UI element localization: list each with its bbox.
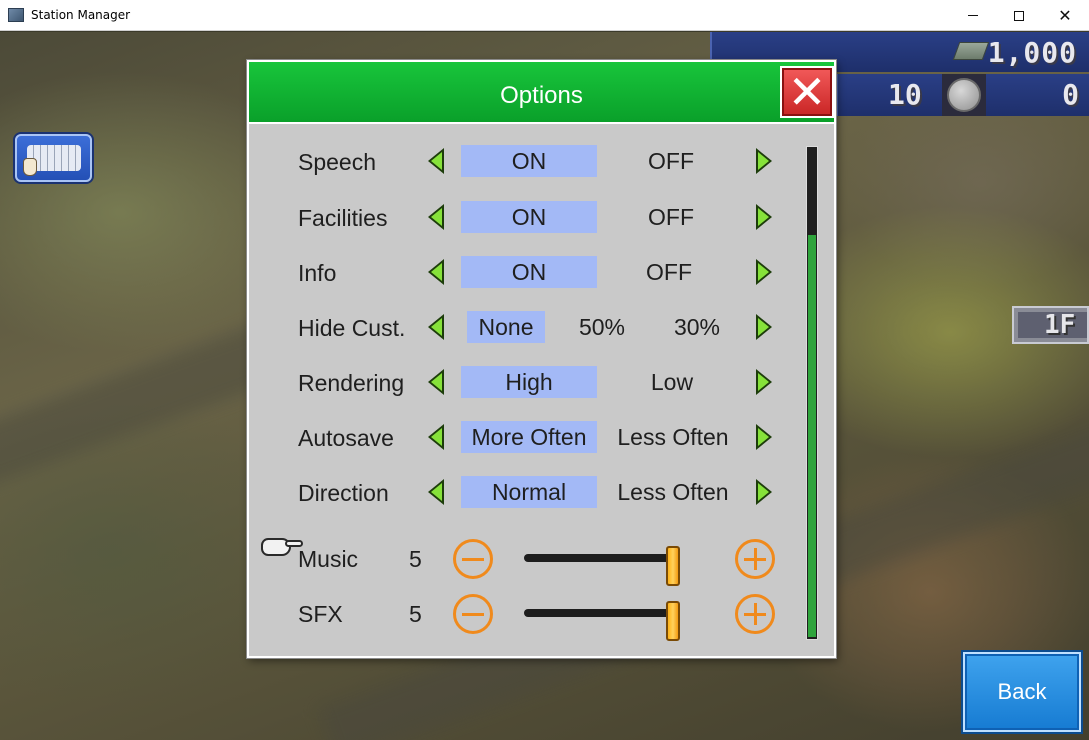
medal-icon (942, 74, 986, 116)
option-value[interactable]: More Often (461, 421, 597, 453)
arrow-left-icon[interactable] (426, 478, 448, 506)
arrow-right-icon[interactable] (752, 147, 774, 175)
volume-slider-track[interactable] (524, 546, 680, 586)
window-title: Station Manager (31, 8, 131, 22)
arrow-right-icon[interactable] (752, 423, 774, 451)
sfx-slider-thumb[interactable] (666, 601, 680, 641)
window-titlebar: Station Manager ✕ (0, 0, 1089, 31)
slider-value: 5 (409, 601, 422, 627)
option-value[interactable]: Less Often (605, 421, 741, 453)
medal-count: 10 (888, 78, 922, 111)
arrow-right-icon[interactable] (752, 313, 774, 341)
option-label: Hide Cust. (298, 315, 406, 341)
floor-label: 1F (1044, 310, 1076, 340)
option-value[interactable]: Normal (461, 476, 597, 508)
back-button-label: Back (997, 679, 1047, 704)
slider-value: 5 (409, 546, 422, 572)
option-label: Autosave (298, 425, 394, 451)
arrow-left-icon[interactable] (426, 258, 448, 286)
arrow-right-icon[interactable] (752, 203, 774, 231)
minus-icon (462, 612, 484, 616)
app-icon (8, 8, 24, 22)
arrow-left-icon[interactable] (426, 203, 448, 231)
option-label: Speech (298, 149, 377, 175)
arrow-left-icon[interactable] (426, 423, 448, 451)
option-value[interactable]: OFF (601, 145, 741, 177)
slider-label: Music (298, 546, 359, 572)
options-dialog: Options ✕ Speech ON OFF Facilities ON OF… (247, 60, 836, 658)
option-row-speech: Speech ON OFF (249, 145, 789, 177)
arrow-right-icon[interactable] (752, 368, 774, 396)
sfx-down-button[interactable] (453, 594, 493, 634)
option-row-direction: Direction Normal Less Often (249, 476, 789, 508)
options-list: Speech ON OFF Facilities ON OFF Info ON … (249, 126, 834, 656)
money-value: 1,000 (987, 36, 1077, 69)
option-value[interactable]: ON (461, 256, 597, 288)
back-button[interactable]: Back (963, 652, 1081, 732)
volume-up-button[interactable] (735, 539, 775, 579)
option-label: Rendering (298, 370, 405, 396)
arrow-left-icon[interactable] (426, 147, 448, 175)
minus-icon (462, 557, 484, 561)
sfx-up-button[interactable] (735, 594, 775, 634)
option-value[interactable]: None (467, 311, 545, 343)
money-icon (952, 42, 990, 60)
slider-row-music: Music 5 (249, 539, 789, 586)
dialog-close-button[interactable]: ✕ (780, 66, 834, 118)
dialog-title: Options (500, 82, 583, 109)
secondary-count: 0 (1062, 78, 1079, 111)
floor-indicator[interactable]: 1F (1012, 306, 1089, 344)
option-value[interactable]: High (461, 366, 597, 398)
option-row-info: Info ON OFF (249, 256, 789, 288)
arrow-right-icon[interactable] (752, 478, 774, 506)
maximize-icon (1014, 10, 1024, 21)
minimize-button[interactable] (950, 0, 996, 31)
scrollbar-thumb[interactable] (808, 235, 816, 637)
window-close-button[interactable]: ✕ (1042, 0, 1088, 31)
dialog-header: Options ✕ (249, 62, 834, 124)
close-icon: ✕ (787, 65, 827, 119)
volume-down-button[interactable] (453, 539, 493, 579)
option-value[interactable]: OFF (601, 256, 737, 288)
medal-panel: 10 0 (836, 74, 1089, 116)
option-label: Info (298, 260, 337, 286)
minimize-icon (968, 15, 978, 16)
option-value[interactable]: Less Often (605, 476, 741, 508)
slider-label: SFX (298, 601, 343, 627)
maximize-button[interactable] (996, 0, 1042, 31)
option-row-facilities: Facilities ON OFF (249, 201, 789, 233)
option-value[interactable]: 50% (567, 311, 637, 343)
option-value[interactable]: OFF (601, 201, 741, 233)
arrow-left-icon[interactable] (426, 368, 448, 396)
option-row-rendering: Rendering High Low (249, 366, 789, 398)
option-row-hide-customers: Hide Cust. None 50% 30% (249, 311, 789, 343)
arrow-right-icon[interactable] (752, 258, 774, 286)
option-value[interactable]: 30% (661, 311, 733, 343)
option-value[interactable]: ON (461, 201, 597, 233)
volume-slider-thumb[interactable] (666, 546, 680, 586)
option-row-autosave: Autosave More Often Less Often (249, 421, 789, 453)
close-icon: ✕ (1058, 6, 1072, 25)
option-label: Facilities (298, 205, 388, 231)
sfx-slider-track[interactable] (524, 601, 680, 641)
option-label: Direction (298, 480, 389, 506)
slider-row-sfx: SFX 5 (249, 594, 789, 641)
option-value[interactable]: ON (461, 145, 597, 177)
option-value[interactable]: Low (601, 366, 743, 398)
keyboard-button[interactable] (15, 134, 92, 182)
hand-icon (23, 158, 37, 176)
options-scrollbar[interactable] (806, 146, 818, 640)
arrow-left-icon[interactable] (426, 313, 448, 341)
pointing-hand-icon (261, 536, 303, 558)
